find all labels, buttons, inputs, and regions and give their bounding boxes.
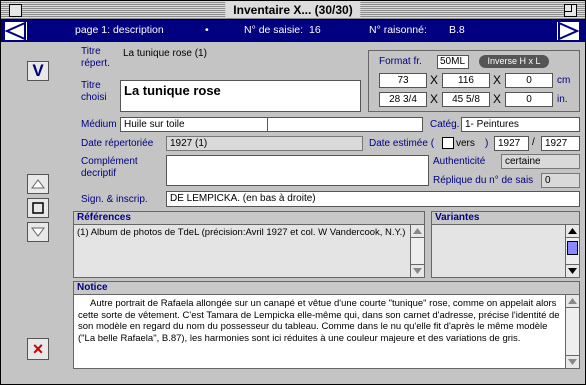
- scroll-down-button[interactable]: [27, 222, 49, 242]
- delete-x-icon: ×: [32, 339, 44, 359]
- scroll-down-arrow-icon[interactable]: [411, 264, 424, 277]
- titre-choisi-label-1: Titre: [81, 80, 101, 91]
- raisonne-value: B.8: [449, 24, 465, 36]
- next-record-arrow-icon[interactable]: [557, 22, 579, 40]
- complement-input[interactable]: [166, 155, 429, 186]
- saisie-value: 16: [309, 24, 321, 36]
- cm-unit: cm: [557, 75, 571, 86]
- complement-label-2: decriptif: [81, 168, 117, 179]
- square-icon: [32, 202, 44, 214]
- nav-dot: •: [205, 24, 209, 36]
- date-est-label: Date estimée (: [369, 138, 435, 149]
- variantes-panel: Variantes: [431, 211, 580, 278]
- times-sign: X: [493, 92, 502, 106]
- v-icon: V: [32, 61, 44, 80]
- date-slash: /: [532, 137, 535, 148]
- page-indicator: page 1: description: [75, 24, 164, 36]
- inverse-button[interactable]: Inverse H x L: [479, 55, 549, 68]
- sign-input[interactable]: DE LEMPICKA. (en bas à droite): [166, 191, 580, 207]
- notice-scrollbar[interactable]: [565, 295, 579, 368]
- vers-checkbox[interactable]: [442, 137, 454, 149]
- titre-repert-field: La tunique rose (1): [120, 47, 360, 77]
- replique-field: 0: [541, 173, 580, 188]
- date-rep-label: Date répertoriée: [81, 138, 154, 149]
- titre-repert-label-2: répert.: [81, 58, 110, 69]
- width-in-input[interactable]: 45 5/8: [442, 92, 490, 107]
- close-box[interactable]: [9, 4, 22, 17]
- depth-in-input[interactable]: 0: [505, 92, 553, 107]
- format-label: Format fr.: [379, 56, 422, 67]
- notice-text[interactable]: Autre portrait de Rafaela allongée sur u…: [74, 295, 565, 368]
- format-value[interactable]: 50ML: [437, 55, 469, 69]
- notice-title: Notice: [74, 282, 579, 295]
- times-sign: X: [493, 73, 502, 87]
- times-sign: X: [430, 92, 439, 106]
- raisonne-label: N° raisonné:: [369, 24, 427, 36]
- validate-button[interactable]: V: [27, 61, 49, 81]
- complement-label-1: Complément: [81, 156, 138, 167]
- replique-label: Réplique du n° de sais: [433, 175, 534, 186]
- authenticite-label: Authenticité: [433, 156, 486, 167]
- scroll-down-arrow-icon[interactable]: [566, 264, 579, 277]
- arrow-down-icon: [31, 227, 45, 237]
- times-sign: X: [430, 73, 439, 87]
- references-title: Références: [74, 212, 424, 225]
- delete-button[interactable]: ×: [27, 338, 49, 360]
- title-bar[interactable]: Inventaire X... (30/30): [1, 1, 585, 20]
- height-cm-input[interactable]: 73: [379, 73, 427, 88]
- main-window: Inventaire X... (30/30) page 1: descript…: [0, 0, 586, 385]
- date-from-input[interactable]: 1927: [494, 136, 529, 151]
- notice-panel: Notice Autre portrait de Rafaela allongé…: [73, 281, 580, 369]
- record-nav-bar: page 1: description • N° de saisie: 16 N…: [1, 20, 585, 42]
- variantes-text[interactable]: [432, 225, 565, 277]
- format-panel: Format fr. 50ML Inverse H x L 73 X 116 X…: [368, 50, 580, 112]
- categ-input[interactable]: 1- Peintures: [461, 117, 580, 132]
- scroll-up-button[interactable]: [27, 174, 49, 194]
- select-record-button[interactable]: [27, 198, 49, 218]
- scroll-thumb[interactable]: [567, 241, 578, 255]
- scroll-up-arrow-icon[interactable]: [411, 225, 424, 238]
- references-text[interactable]: (1) Album de photos de TdeL (précision:A…: [74, 225, 410, 277]
- arrow-up-icon: [31, 179, 45, 189]
- sign-label: Sign. & inscrip.: [81, 194, 148, 205]
- variantes-scrollbar[interactable]: [565, 225, 579, 277]
- variantes-title: Variantes: [432, 212, 579, 225]
- titre-repert-label-1: Titre: [81, 46, 101, 57]
- titre-choisi-input[interactable]: La tunique rose: [120, 80, 361, 112]
- in-unit: in.: [557, 94, 568, 105]
- depth-cm-input[interactable]: 0: [505, 73, 553, 88]
- references-panel: Références (1) Album de photos de TdeL (…: [73, 211, 425, 278]
- references-scrollbar[interactable]: [410, 225, 424, 277]
- zoom-box[interactable]: [564, 4, 577, 17]
- date-to-input[interactable]: 1927: [541, 136, 580, 151]
- date-rep-field: 1927 (1): [166, 136, 363, 151]
- medium-label: Médium: [81, 119, 117, 130]
- medium-extra-input[interactable]: [267, 117, 423, 132]
- date-est-close-paren: ): [485, 138, 489, 149]
- width-cm-input[interactable]: 116: [442, 73, 490, 88]
- authenticite-field: certaine: [501, 154, 580, 169]
- medium-input[interactable]: Huile sur toile: [120, 117, 268, 132]
- previous-record-arrow-icon[interactable]: [5, 22, 27, 40]
- height-in-input[interactable]: 28 3/4: [379, 92, 427, 107]
- categ-label: Catég.: [430, 119, 460, 130]
- vers-label: vers: [456, 138, 475, 149]
- titre-choisi-label-2: choisi: [81, 92, 107, 103]
- scroll-up-arrow-icon[interactable]: [566, 225, 579, 238]
- scroll-up-arrow-icon[interactable]: [566, 295, 579, 308]
- saisie-label: N° de saisie:: [244, 24, 304, 36]
- window-title: Inventaire X... (30/30): [225, 2, 361, 18]
- scroll-down-arrow-icon[interactable]: [566, 355, 579, 368]
